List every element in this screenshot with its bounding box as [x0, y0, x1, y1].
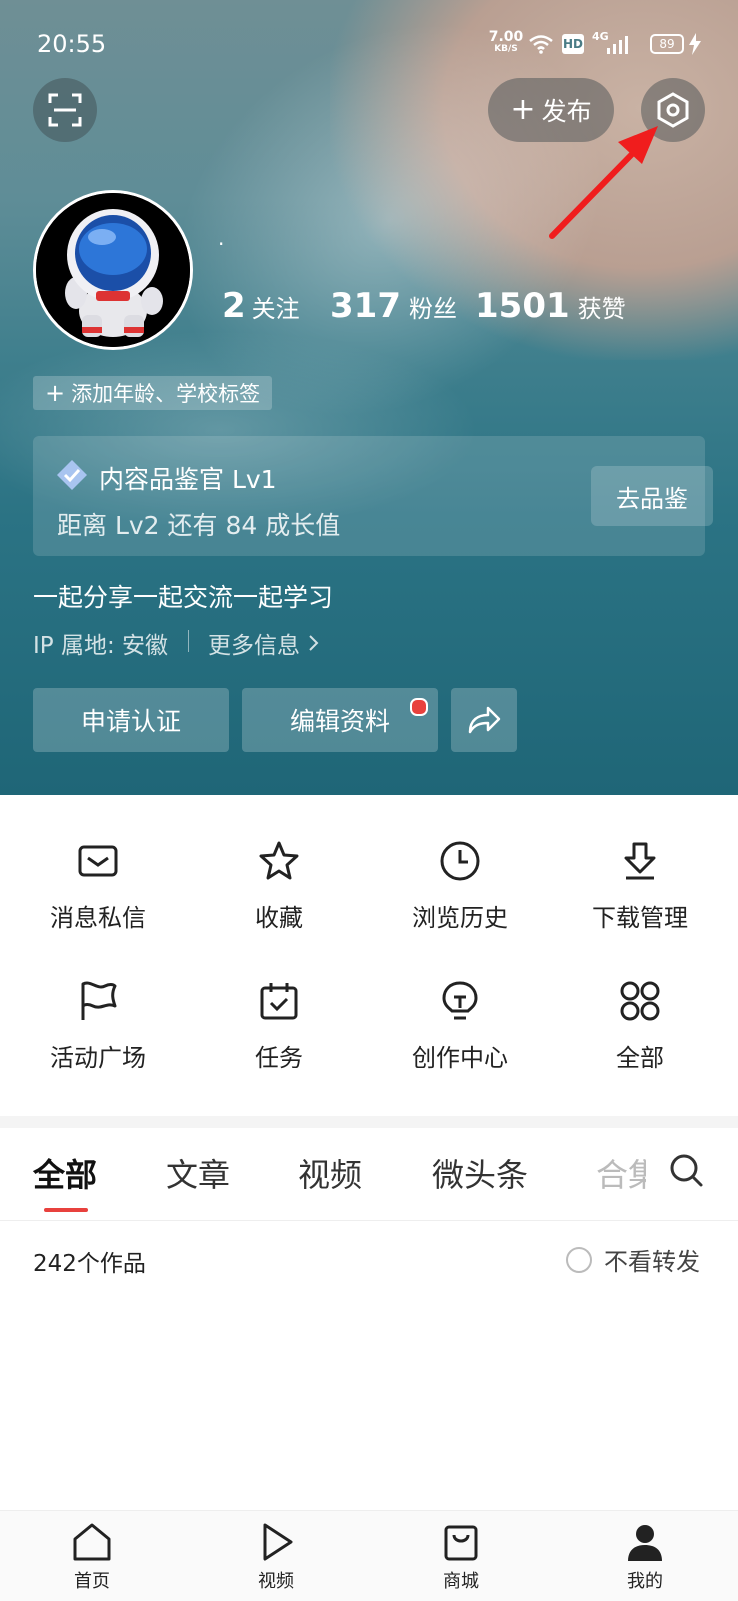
clock-icon: [440, 841, 480, 881]
nav-label: 我的: [627, 1571, 663, 1592]
add-tag-label: 添加年龄、学校标签: [71, 382, 261, 406]
radio-circle-icon: [566, 1246, 592, 1273]
apply-verify-button[interactable]: 申请认证: [33, 688, 229, 752]
signal-icon: [607, 36, 628, 54]
charging-icon: [689, 33, 701, 55]
nav-label: 首页: [74, 1571, 110, 1592]
lightbulb-icon: [442, 981, 478, 1020]
edit-profile-label: 编辑资料: [289, 707, 390, 736]
nav-label: 商城: [443, 1571, 479, 1592]
followers-label: 粉丝: [408, 295, 457, 323]
hide-reposts-label: 不看转发: [604, 1248, 700, 1276]
badge-card[interactable]: 内容品鉴官 Lv1 距离 Lv2 还有 84 成长值 去品鉴: [33, 436, 713, 556]
search-icon[interactable]: [668, 1152, 704, 1188]
user-icon: [628, 1525, 662, 1561]
nav-mall[interactable]: 商城: [411, 1521, 511, 1593]
bio-text: 一起分享一起交流一起学习: [33, 583, 334, 612]
likes-label: 获赞: [577, 295, 626, 323]
tab-micro-posts[interactable]: 微头条: [432, 1150, 528, 1196]
grid-item-label: 全部: [616, 1044, 664, 1072]
network-speed: 7.00 KB/S: [488, 29, 524, 54]
grid-item-label: 浏览历史: [412, 904, 508, 932]
star-icon: [259, 841, 299, 880]
following-count: 2: [222, 286, 246, 326]
more-info-link[interactable]: 更多信息: [208, 626, 320, 660]
go-review-button[interactable]: 去品鉴: [591, 466, 713, 526]
hide-reposts-toggle[interactable]: 不看转发: [566, 1242, 700, 1277]
status-time: 20:55: [37, 30, 107, 58]
hd-badge: HD: [562, 34, 584, 54]
astronaut-avatar-icon: [36, 193, 190, 347]
avatar[interactable]: [33, 190, 193, 350]
nav-label: 视频: [258, 1571, 294, 1592]
battery-indicator: 89: [650, 34, 684, 54]
scan-button[interactable]: [33, 78, 97, 142]
tab-all[interactable]: 全部: [33, 1150, 97, 1196]
grid-item-label: 活动广场: [50, 1044, 146, 1072]
notification-dot: [410, 698, 428, 716]
nav-home[interactable]: 首页: [42, 1521, 142, 1593]
section-divider: [0, 1116, 738, 1128]
home-icon: [73, 1523, 111, 1561]
ip-location: IP 属地: 安徽: [33, 633, 169, 659]
followers-count: 317: [330, 286, 401, 326]
edit-profile-button[interactable]: 编辑资料: [242, 688, 438, 752]
grid-item-downloads[interactable]: 下载管理: [550, 840, 730, 933]
add-tag-button[interactable]: + 添加年龄、学校标签: [33, 376, 273, 410]
plus-icon: +: [45, 379, 66, 407]
following-stat[interactable]: 2 关注: [222, 286, 300, 326]
tab-collections[interactable]: 合集: [596, 1150, 646, 1196]
username: ·: [218, 232, 225, 256]
grid-item-creator-center[interactable]: 创作中心: [370, 980, 550, 1073]
following-label: 关注: [251, 295, 300, 323]
likes-stat[interactable]: 1501 获赞: [475, 286, 626, 326]
active-tab-indicator: [44, 1208, 88, 1212]
more-info-label: 更多信息: [208, 633, 300, 659]
works-count: 242个作品: [33, 1251, 146, 1277]
grid-item-all[interactable]: 全部: [550, 980, 730, 1073]
shopping-bag-icon: [444, 1525, 478, 1561]
bottom-navigation: 首页 视频 商城 我的: [0, 1510, 738, 1601]
badge-progress: 距离 Lv2 还有 84 成长值: [57, 511, 341, 540]
nav-video[interactable]: 视频: [226, 1521, 326, 1593]
grid-item-tasks[interactable]: 任务: [189, 980, 369, 1073]
share-button[interactable]: [451, 688, 517, 752]
play-icon: [263, 1523, 293, 1561]
grid-item-history[interactable]: 浏览历史: [370, 840, 550, 933]
tab-videos[interactable]: 视频: [298, 1150, 362, 1196]
nav-me[interactable]: 我的: [595, 1521, 695, 1593]
content-tabs: 全部 文章 视频 微头条 合集: [0, 1128, 738, 1221]
grid-item-favorites[interactable]: 收藏: [189, 840, 369, 933]
followers-stat[interactable]: 317 粉丝: [330, 286, 457, 326]
flag-icon: [81, 981, 117, 1020]
grid-item-messages[interactable]: 消息私信: [8, 840, 188, 933]
scan-icon: [48, 93, 82, 127]
calendar-check-icon: [260, 983, 298, 1020]
grid-item-events[interactable]: 活动广场: [8, 980, 188, 1073]
info-divider: [188, 630, 189, 652]
grid-dots-icon: [620, 981, 660, 1021]
diamond-badge-icon: [57, 460, 87, 490]
mail-icon: [78, 845, 118, 877]
download-icon: [624, 842, 656, 880]
share-arrow-icon: [468, 706, 501, 734]
annotation-arrow-icon: [549, 126, 658, 239]
tab-articles[interactable]: 文章: [166, 1150, 230, 1196]
badge-title: 内容品鉴官 Lv1: [99, 465, 277, 494]
grid-item-label: 收藏: [255, 904, 303, 932]
wifi-icon: [529, 35, 553, 54]
likes-count: 1501: [475, 286, 570, 326]
grid-item-label: 任务: [255, 1044, 303, 1072]
chevron-right-icon: [309, 635, 319, 651]
grid-item-label: 下载管理: [592, 904, 688, 932]
grid-item-label: 消息私信: [50, 904, 146, 932]
grid-item-label: 创作中心: [412, 1044, 508, 1072]
